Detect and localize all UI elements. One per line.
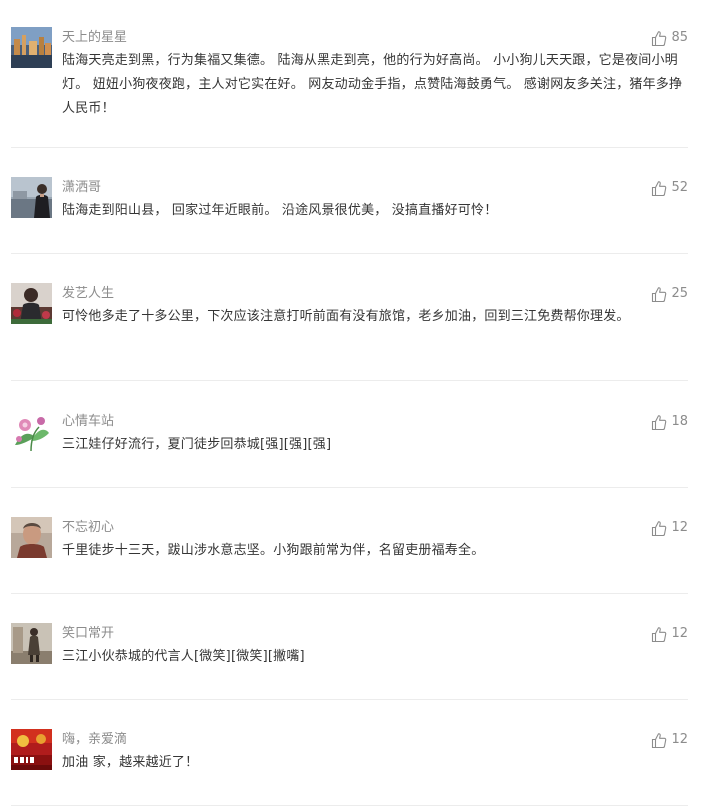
thumbs-up-icon xyxy=(652,732,667,748)
avatar[interactable] xyxy=(11,283,52,324)
comment-text: 陆海天亮走到黑，行为集福又集德。 陆海从黑走到亮，他的行为好高尚。 小小狗儿天天… xyxy=(62,53,683,116)
like-count: 12 xyxy=(671,626,688,641)
comment-username[interactable]: 天上的星星 xyxy=(62,28,127,48)
comment-username[interactable]: 笑口常开 xyxy=(62,624,114,644)
like-button[interactable]: 52 xyxy=(651,177,688,199)
thumbs-up-icon xyxy=(652,626,667,642)
like-count: 85 xyxy=(671,30,688,45)
avatar[interactable] xyxy=(11,411,52,452)
like-button[interactable]: 25 xyxy=(651,283,688,305)
comment-username[interactable]: 嗨，亲爱滴 xyxy=(62,730,127,750)
comment-username[interactable]: 不忘初心 xyxy=(62,518,114,538)
like-count: 18 xyxy=(671,414,688,429)
divider xyxy=(11,805,688,806)
thumbs-up-icon xyxy=(652,30,667,46)
thumbs-up-icon xyxy=(652,180,667,196)
comment-text: 可怜他多走了十多公里，下次应该注意打听前面有没有旅馆，老乡加油，回到三江免费帮你… xyxy=(62,309,630,324)
comment-text: 陆海走到阳山县， 回家过年近眼前。 沿途风景很优美， 没搞直播好可怜！ xyxy=(62,203,498,218)
like-button[interactable]: 12 xyxy=(651,729,688,751)
avatar[interactable] xyxy=(11,27,52,68)
comment-list: 天上的星星 85 陆海天亮走到黑，行为集福又集德。 陆海从黑走到亮，他的行为好高… xyxy=(0,0,706,808)
comment-text: 三江娃仔好流行，夏门徒步回恭城[强][强][强] xyxy=(62,437,332,452)
avatar[interactable] xyxy=(11,623,52,664)
avatar[interactable] xyxy=(11,729,52,770)
avatar[interactable] xyxy=(11,177,52,218)
divider xyxy=(11,487,688,488)
comment-text: 三江小伙恭城的代言人[微笑][微笑][撇嘴] xyxy=(62,649,305,664)
like-count: 25 xyxy=(671,286,688,301)
like-button[interactable]: 18 xyxy=(651,411,688,433)
avatar[interactable] xyxy=(11,517,52,558)
like-button[interactable]: 12 xyxy=(651,623,688,645)
comment-username[interactable]: 发艺人生 xyxy=(62,284,114,304)
like-count: 12 xyxy=(671,732,688,747)
comment-text: 千里徒步十三天，跋山涉水意志坚。小狗跟前常为伴，名留吏册福寿全。 xyxy=(62,543,485,558)
thumbs-up-icon xyxy=(652,520,667,536)
like-count: 12 xyxy=(671,520,688,535)
divider xyxy=(11,147,688,148)
comment-username[interactable]: 心情车站 xyxy=(62,412,114,432)
thumbs-up-icon xyxy=(652,286,667,302)
divider xyxy=(11,593,688,594)
divider xyxy=(11,699,688,700)
divider xyxy=(11,253,688,254)
like-button[interactable]: 12 xyxy=(651,517,688,539)
like-button[interactable]: 85 xyxy=(651,27,688,49)
like-count: 52 xyxy=(671,180,688,195)
thumbs-up-icon xyxy=(652,414,667,430)
divider xyxy=(11,380,688,381)
comment-username[interactable]: 潇洒哥 xyxy=(62,178,101,198)
comment-text: 加油 家，越来越近了！ xyxy=(62,755,199,770)
